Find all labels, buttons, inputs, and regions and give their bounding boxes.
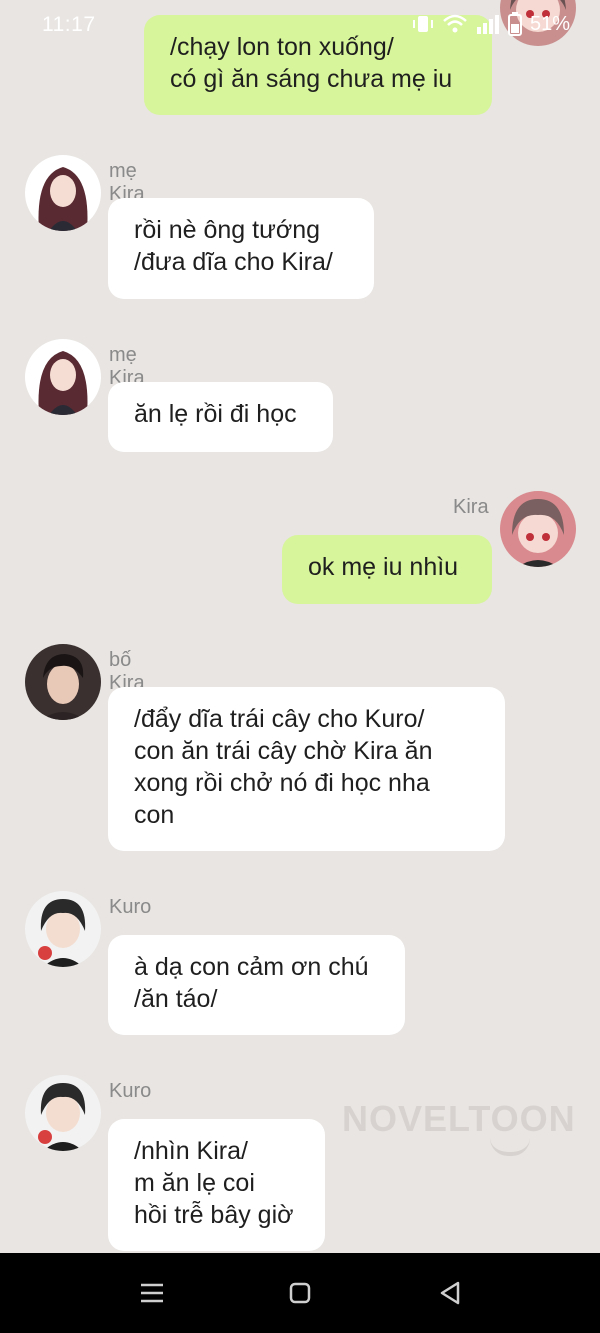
vibrate-icon <box>412 16 433 32</box>
message-bubble[interactable]: /đẩy dĩa trái cây cho Kuro/ con ăn trái … <box>108 687 505 851</box>
back-icon[interactable] <box>436 1279 464 1307</box>
home-icon[interactable] <box>286 1279 314 1307</box>
message-bubble[interactable]: à dạ con cảm ơn chú /ăn táo/ <box>108 935 405 1035</box>
message-bubble[interactable]: ăn lẹ rồi đi học <box>108 382 333 452</box>
battery-percent: 51% <box>529 12 570 35</box>
sender-name: Kuro <box>109 896 152 918</box>
watermark-smile <box>490 1138 530 1156</box>
sender-name: Kira <box>453 496 489 518</box>
status-icons: 51% <box>412 12 570 36</box>
status-bar: 11:17 51% <box>0 0 600 52</box>
father-avatar[interactable] <box>25 644 101 720</box>
kuro-avatar[interactable] <box>25 891 101 967</box>
mother-avatar[interactable] <box>25 155 101 231</box>
signal-icon <box>476 15 499 34</box>
wifi-icon <box>443 14 467 33</box>
menu-icon[interactable] <box>138 1279 166 1307</box>
watermark: NOVELTOON <box>342 1098 576 1139</box>
mother-avatar[interactable] <box>25 339 101 415</box>
navigation-bar <box>0 1253 600 1333</box>
message-bubble[interactable]: ok mẹ iu nhìu <box>282 535 492 604</box>
message-bubble[interactable]: /nhìn Kira/ m ăn lẹ coi hồi trễ bây giờ <box>108 1119 325 1251</box>
status-time: 11:17 <box>42 13 96 36</box>
kira-avatar[interactable] <box>500 491 576 567</box>
kuro-avatar[interactable] <box>25 1075 101 1151</box>
message-bubble[interactable]: rồi nè ông tướng /đưa dĩa cho Kira/ <box>108 198 374 299</box>
battery-icon <box>507 12 522 36</box>
sender-name: Kuro <box>109 1080 152 1102</box>
